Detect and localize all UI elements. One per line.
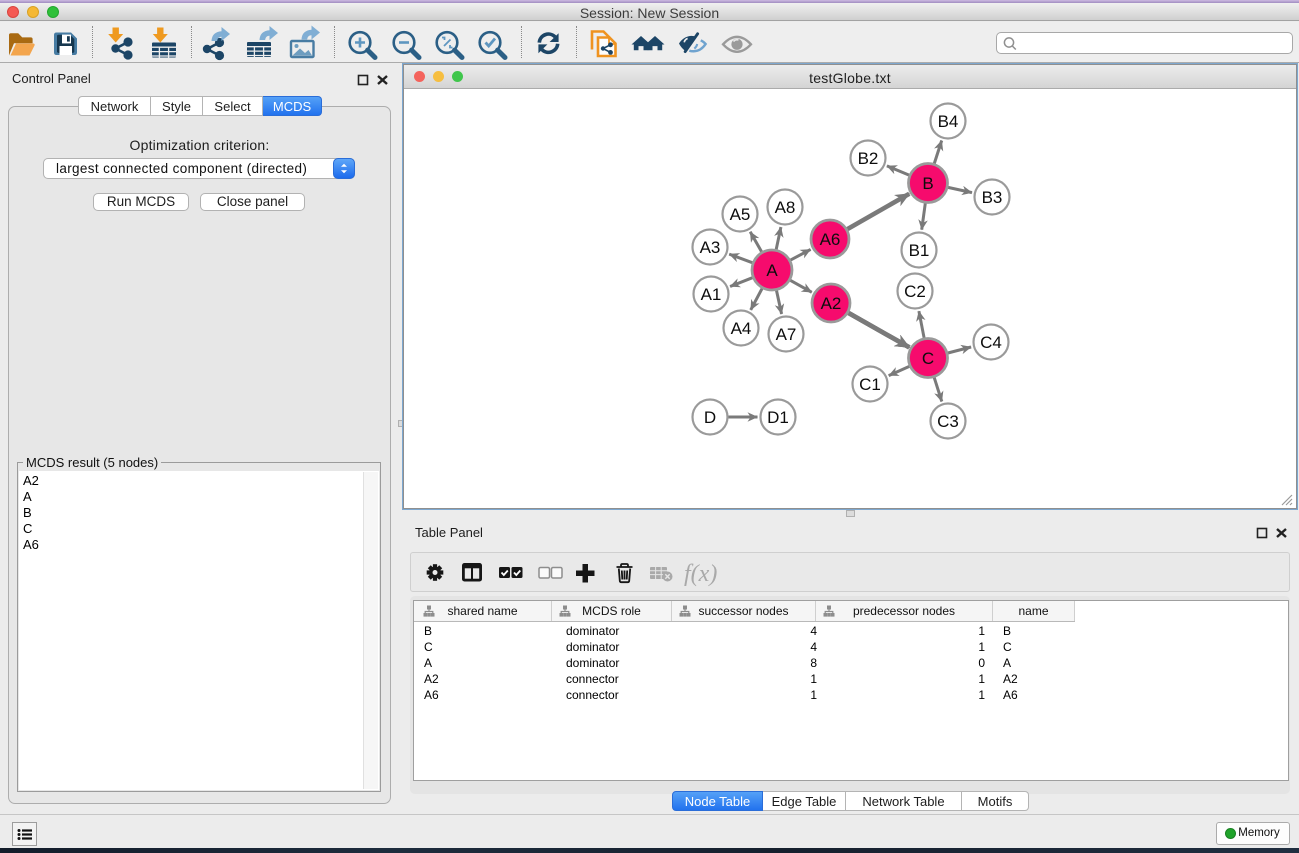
svg-text:A3: A3 [700, 238, 721, 257]
svg-text:B: B [922, 174, 933, 193]
svg-text:A8: A8 [775, 198, 796, 217]
svg-text:A2: A2 [821, 294, 842, 313]
svg-text:f(x): f(x) [684, 561, 717, 587]
svg-text:B3: B3 [982, 188, 1003, 207]
svg-text:C2: C2 [904, 282, 926, 301]
svg-text:C: C [922, 349, 934, 368]
svg-text:A4: A4 [731, 319, 752, 338]
svg-text:D1: D1 [767, 408, 789, 427]
svg-text:B2: B2 [858, 149, 879, 168]
svg-text:B4: B4 [938, 112, 959, 131]
svg-text:A5: A5 [730, 205, 751, 224]
svg-text:C1: C1 [859, 375, 881, 394]
svg-text:C4: C4 [980, 333, 1002, 352]
svg-text:A1: A1 [701, 285, 722, 304]
svg-text:A: A [766, 261, 778, 280]
svg-text:B1: B1 [909, 241, 930, 260]
svg-text:A7: A7 [776, 325, 797, 344]
svg-text:A6: A6 [820, 230, 841, 249]
svg-text:C3: C3 [937, 412, 959, 431]
svg-text:D: D [704, 408, 716, 427]
